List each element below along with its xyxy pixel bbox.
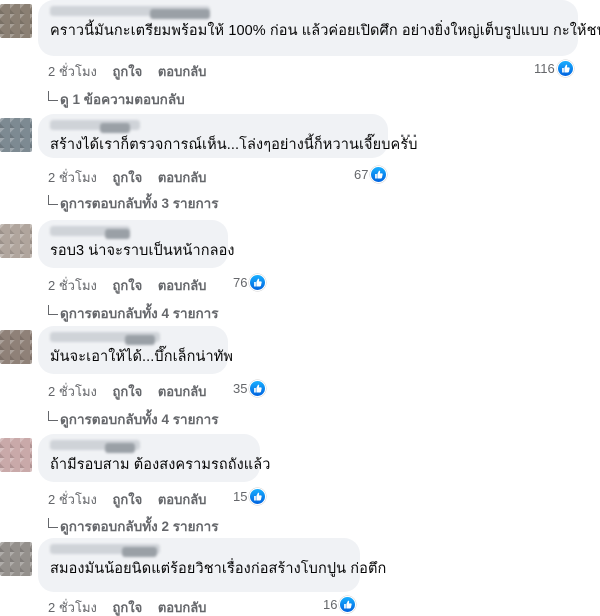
comment-actions: 2 ชั่วโมง ถูกใจ ตอบกลับ (48, 489, 218, 510)
reaction-number: 35 (233, 381, 248, 396)
reply-arrow-icon (48, 305, 58, 315)
timestamp[interactable]: 2 ชั่วโมง (48, 170, 97, 185)
reply-button[interactable]: ตอบกลับ (158, 492, 207, 507)
view-replies-label: ดูการตอบกลับทั้ง 2 รายการ (60, 519, 219, 534)
view-replies-link[interactable]: ดูการตอบกลับทั้ง 4 รายการ (48, 408, 218, 430)
author-name[interactable] (50, 120, 140, 133)
view-replies-label: ดู 1 ข้อความตอบกลับ (60, 92, 185, 107)
comment-bubble: ถ้ามีรอบสาม ต้องสงครามรถถังแล้ว (38, 434, 271, 482)
comment-actions: 2 ชั่วโมง ถูกใจ ตอบกลับ (48, 597, 218, 616)
view-replies-link[interactable]: ดูการตอบกลับทั้ง 3 รายการ (48, 192, 218, 214)
avatar[interactable] (0, 224, 32, 258)
reply-arrow-icon (48, 518, 58, 528)
like-button[interactable]: ถูกใจ (113, 492, 143, 507)
view-replies-label: ดูการตอบกลับทั้ง 3 รายการ (60, 196, 219, 211)
thumbs-up-icon (370, 166, 388, 183)
comment-text: สมองมันน้อยนิดแต่ร้อยวิชาเรื่องก่อสร้างโ… (50, 561, 387, 577)
comment-actions: 2 ชั่วโมง ถูกใจ ตอบกลับ (48, 381, 218, 402)
avatar[interactable] (0, 4, 32, 38)
timestamp[interactable]: 2 ชั่วโมง (48, 278, 97, 293)
more-options-icon[interactable]: ··· (400, 128, 419, 146)
author-name[interactable] (50, 226, 130, 239)
author-name[interactable] (50, 332, 160, 345)
like-button[interactable]: ถูกใจ (113, 64, 143, 79)
comment-bubble: คราวนี้มันกะเตรียมพร้อมให้ 100% ก่อน แล้… (38, 0, 600, 56)
reply-button[interactable]: ตอบกลับ (158, 600, 207, 615)
reaction-number: 67 (354, 167, 369, 182)
timestamp[interactable]: 2 ชั่วโมง (48, 384, 97, 399)
author-name[interactable] (50, 544, 160, 557)
timestamp[interactable]: 2 ชั่วโมง (48, 492, 97, 507)
reply-button[interactable]: ตอบกลับ (158, 278, 207, 293)
comment-text: มันจะเอาให้ได้...บึ๊กเล็กน่าทัพ (50, 349, 234, 365)
comment-bubble: สร้างได้เราก็ตรวจการณ์เห็น...โล่งๆอย่างน… (38, 114, 418, 158)
thumbs-up-icon (339, 596, 357, 613)
reply-button[interactable]: ตอบกลับ (158, 64, 207, 79)
thumbs-up-icon (556, 60, 574, 77)
thumbs-up-icon (249, 380, 267, 397)
comment-text: สร้างได้เราก็ตรวจการณ์เห็น...โล่งๆอย่างน… (50, 137, 418, 153)
reply-arrow-icon (48, 195, 58, 205)
view-replies-link[interactable]: ดู 1 ข้อความตอบกลับ (48, 88, 185, 110)
reply-arrow-icon (48, 411, 58, 421)
comment-text: ถ้ามีรอบสาม ต้องสงครามรถถังแล้ว (50, 457, 271, 473)
like-button[interactable]: ถูกใจ (113, 170, 143, 185)
view-replies-link[interactable]: ดูการตอบกลับทั้ง 4 รายการ (48, 302, 218, 324)
reaction-number: 76 (233, 275, 248, 290)
reply-button[interactable]: ตอบกลับ (158, 384, 207, 399)
avatar[interactable] (0, 118, 32, 152)
view-replies-label: ดูการตอบกลับทั้ง 4 รายการ (60, 412, 219, 427)
avatar[interactable] (0, 542, 32, 576)
reaction-count[interactable]: 76 (233, 274, 267, 291)
avatar[interactable] (0, 438, 32, 472)
comment-actions: 2 ชั่วโมง ถูกใจ ตอบกลับ (48, 167, 218, 188)
author-name[interactable] (50, 440, 140, 453)
reaction-count[interactable]: 67 (354, 166, 388, 183)
thumbs-up-icon (249, 488, 267, 505)
comment-actions: 2 ชั่วโมง ถูกใจ ตอบกลับ (48, 275, 218, 296)
reaction-number: 116 (534, 61, 555, 76)
timestamp[interactable]: 2 ชั่วโมง (48, 600, 97, 615)
comment-text: คราวนี้มันกะเตรียมพร้อมให้ 100% ก่อน แล้… (50, 23, 600, 39)
author-name[interactable] (50, 6, 210, 19)
reaction-count[interactable]: 15 (233, 488, 267, 505)
view-replies-link[interactable]: ดูการตอบกลับทั้ง 2 รายการ (48, 515, 218, 537)
comment-bubble: สมองมันน้อยนิดแต่ร้อยวิชาเรื่องก่อสร้างโ… (38, 538, 387, 592)
thumbs-up-icon (249, 274, 267, 291)
like-button[interactable]: ถูกใจ (113, 600, 143, 615)
timestamp[interactable]: 2 ชั่วโมง (48, 64, 97, 79)
like-button[interactable]: ถูกใจ (113, 278, 143, 293)
comment-bubble: รอบ3 น่าจะราบเป็นหน้ากลอง (38, 220, 235, 268)
reaction-count[interactable]: 116 (534, 60, 574, 77)
reply-arrow-icon (48, 91, 58, 101)
avatar[interactable] (0, 330, 32, 364)
reaction-count[interactable]: 35 (233, 380, 267, 397)
reaction-number: 16 (323, 597, 338, 612)
reaction-number: 15 (233, 489, 248, 504)
reply-button[interactable]: ตอบกลับ (158, 170, 207, 185)
like-button[interactable]: ถูกใจ (113, 384, 143, 399)
comment-bubble: มันจะเอาให้ได้...บึ๊กเล็กน่าทัพ (38, 326, 234, 374)
reaction-count[interactable]: 16 (323, 596, 357, 613)
comment-actions: 2 ชั่วโมง ถูกใจ ตอบกลับ (48, 61, 218, 82)
view-replies-label: ดูการตอบกลับทั้ง 4 รายการ (60, 306, 219, 321)
comment-text: รอบ3 น่าจะราบเป็นหน้ากลอง (50, 243, 235, 259)
